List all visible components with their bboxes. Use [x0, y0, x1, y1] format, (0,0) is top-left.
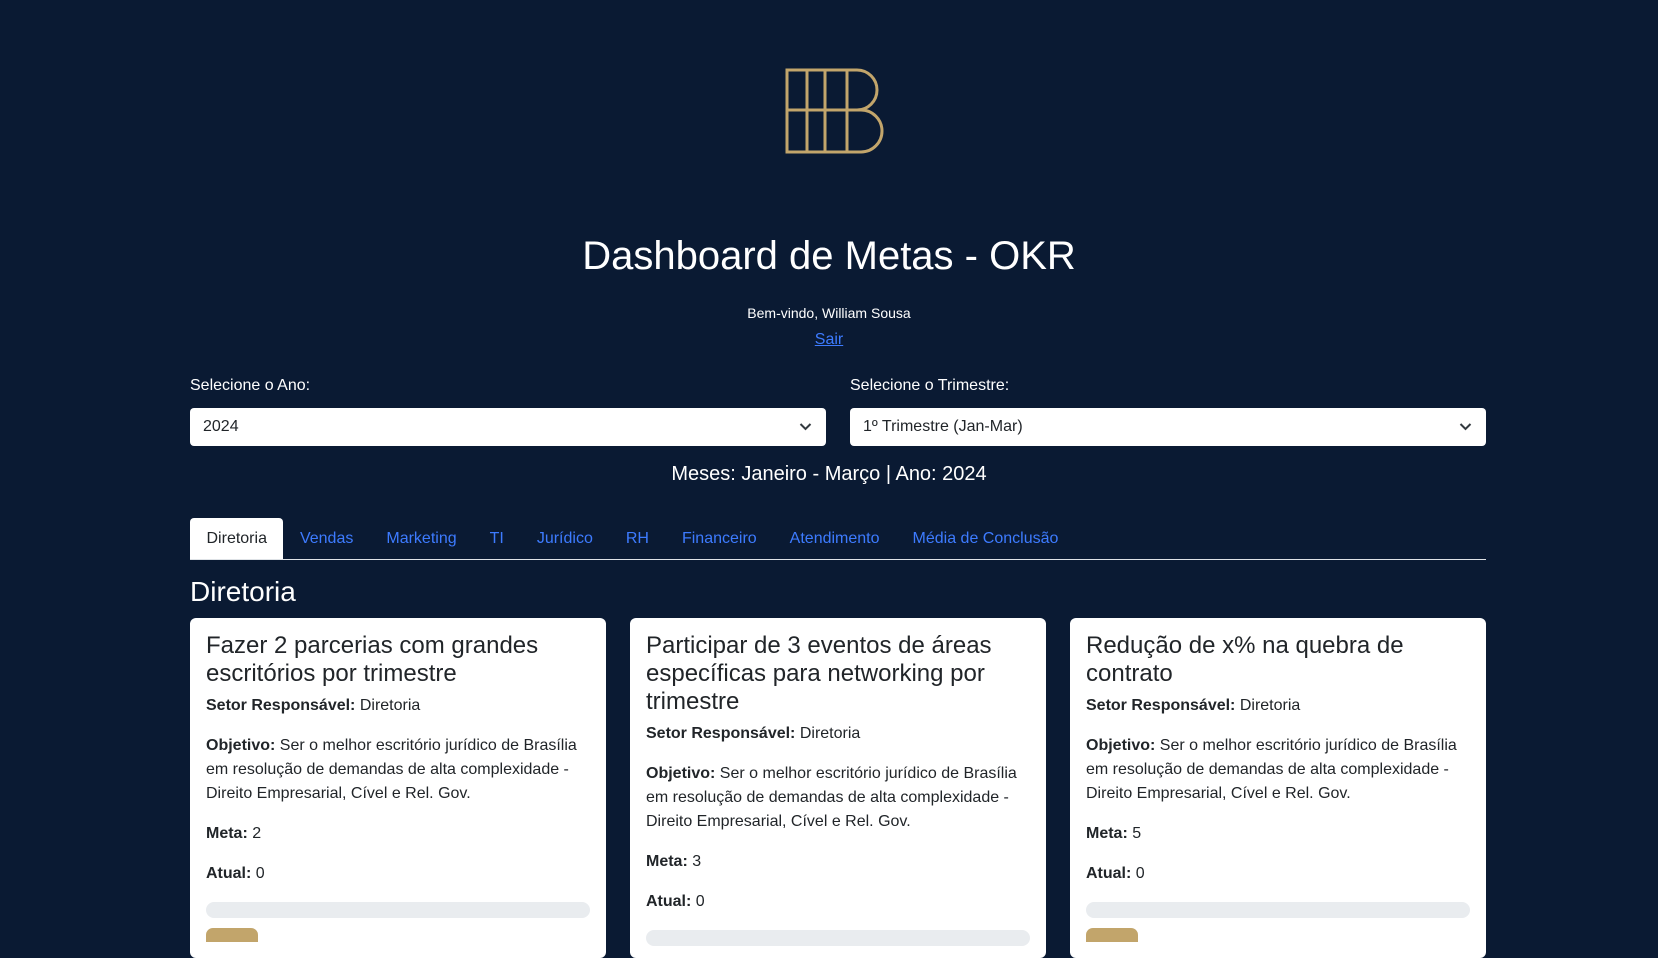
- year-filter: Selecione o Ano: 2024: [190, 376, 826, 446]
- year-select-value: 2024: [203, 418, 239, 435]
- goal-value: 3: [692, 853, 702, 870]
- current-value: 0: [1135, 865, 1145, 882]
- tab-media-conclusao[interactable]: Média de Conclusão: [896, 518, 1075, 559]
- welcome-text: Bem-vindo, William Sousa: [747, 305, 911, 321]
- goal-value: 5: [1132, 825, 1142, 842]
- quarter-filter: Selecione o Trimestre: 1º Trimestre (Jan…: [850, 376, 1486, 446]
- sector-value: Diretoria: [1239, 697, 1301, 714]
- card-goal: Meta: 2: [206, 822, 590, 846]
- quarter-select-value: 1º Trimestre (Jan-Mar): [863, 418, 1023, 435]
- tab-ti[interactable]: TI: [473, 518, 520, 559]
- quarter-label: Selecione o Trimestre:: [850, 377, 1010, 394]
- okr-card: Redução de x% na quebra de contrato Seto…: [1070, 618, 1486, 958]
- progress-bar: [646, 930, 1030, 946]
- tab-vendas[interactable]: Vendas: [283, 518, 369, 559]
- tab-financeiro[interactable]: Financeiro: [665, 518, 773, 559]
- card-current: Atual: 0: [1086, 862, 1470, 886]
- goal-label: Meta:: [1086, 825, 1128, 842]
- card-sector: Setor Responsável: Diretoria: [646, 722, 1030, 746]
- tab-atendimento[interactable]: Atendimento: [773, 518, 896, 559]
- sector-label: Setor Responsável:: [1086, 697, 1236, 714]
- okr-card: Participar de 3 eventos de áreas específ…: [630, 618, 1046, 958]
- sector-value: Diretoria: [799, 725, 861, 742]
- card-current: Atual: 0: [646, 890, 1030, 914]
- card-objective: Objetivo: Ser o melhor escritório jurídi…: [1086, 734, 1470, 806]
- card-title: Participar de 3 eventos de áreas específ…: [646, 632, 992, 715]
- okr-card: Fazer 2 parcerias com grandes escritório…: [190, 618, 606, 958]
- card-current: Atual: 0: [206, 862, 590, 886]
- card-goal: Meta: 5: [1086, 822, 1470, 846]
- current-label: Atual:: [206, 865, 252, 882]
- action-button[interactable]: [206, 928, 258, 942]
- sector-tabs: Diretoria Vendas Marketing TI Jurídico R…: [190, 518, 1486, 560]
- sector-label: Setor Responsável:: [206, 697, 356, 714]
- card-objective: Objetivo: Ser o melhor escritório jurídi…: [206, 734, 590, 806]
- section-title: Diretoria: [190, 576, 296, 607]
- card-sector: Setor Responsável: Diretoria: [1086, 694, 1470, 718]
- goal-value: 2: [252, 825, 262, 842]
- page-title: Dashboard de Metas - OKR: [582, 234, 1076, 278]
- sector-label: Setor Responsável:: [646, 725, 796, 742]
- current-value: 0: [255, 865, 265, 882]
- period-summary: Meses: Janeiro - Março | Ano: 2024: [671, 463, 987, 485]
- card-title: Fazer 2 parcerias com grandes escritório…: [206, 632, 539, 687]
- current-label: Atual:: [1086, 865, 1132, 882]
- progress-bar: [1086, 902, 1470, 918]
- chevron-down-icon: [1459, 423, 1472, 431]
- card-title: Redução de x% na quebra de contrato: [1086, 632, 1404, 687]
- firm-logo: [785, 68, 884, 154]
- objective-label: Objetivo:: [646, 765, 716, 782]
- tab-juridico[interactable]: Jurídico: [520, 518, 609, 559]
- sector-value: Diretoria: [359, 697, 421, 714]
- objective-label: Objetivo:: [1086, 737, 1156, 754]
- card-sector: Setor Responsável: Diretoria: [206, 694, 590, 718]
- objective-label: Objetivo:: [206, 737, 276, 754]
- action-button[interactable]: [1086, 928, 1138, 942]
- logout-link[interactable]: Sair: [815, 331, 843, 348]
- tab-rh[interactable]: RH: [609, 518, 665, 559]
- quarter-select[interactable]: 1º Trimestre (Jan-Mar): [850, 408, 1486, 446]
- current-value: 0: [695, 893, 705, 910]
- card-objective: Objetivo: Ser o melhor escritório jurídi…: [646, 762, 1030, 834]
- card-goal: Meta: 3: [646, 850, 1030, 874]
- progress-bar: [206, 902, 590, 918]
- tab-marketing[interactable]: Marketing: [370, 518, 473, 559]
- year-select[interactable]: 2024: [190, 408, 826, 446]
- tab-diretoria[interactable]: Diretoria: [190, 518, 284, 559]
- current-label: Atual:: [646, 893, 692, 910]
- goal-label: Meta:: [206, 825, 248, 842]
- year-label: Selecione o Ano:: [190, 377, 311, 394]
- goal-label: Meta:: [646, 853, 688, 870]
- chevron-down-icon: [799, 423, 812, 431]
